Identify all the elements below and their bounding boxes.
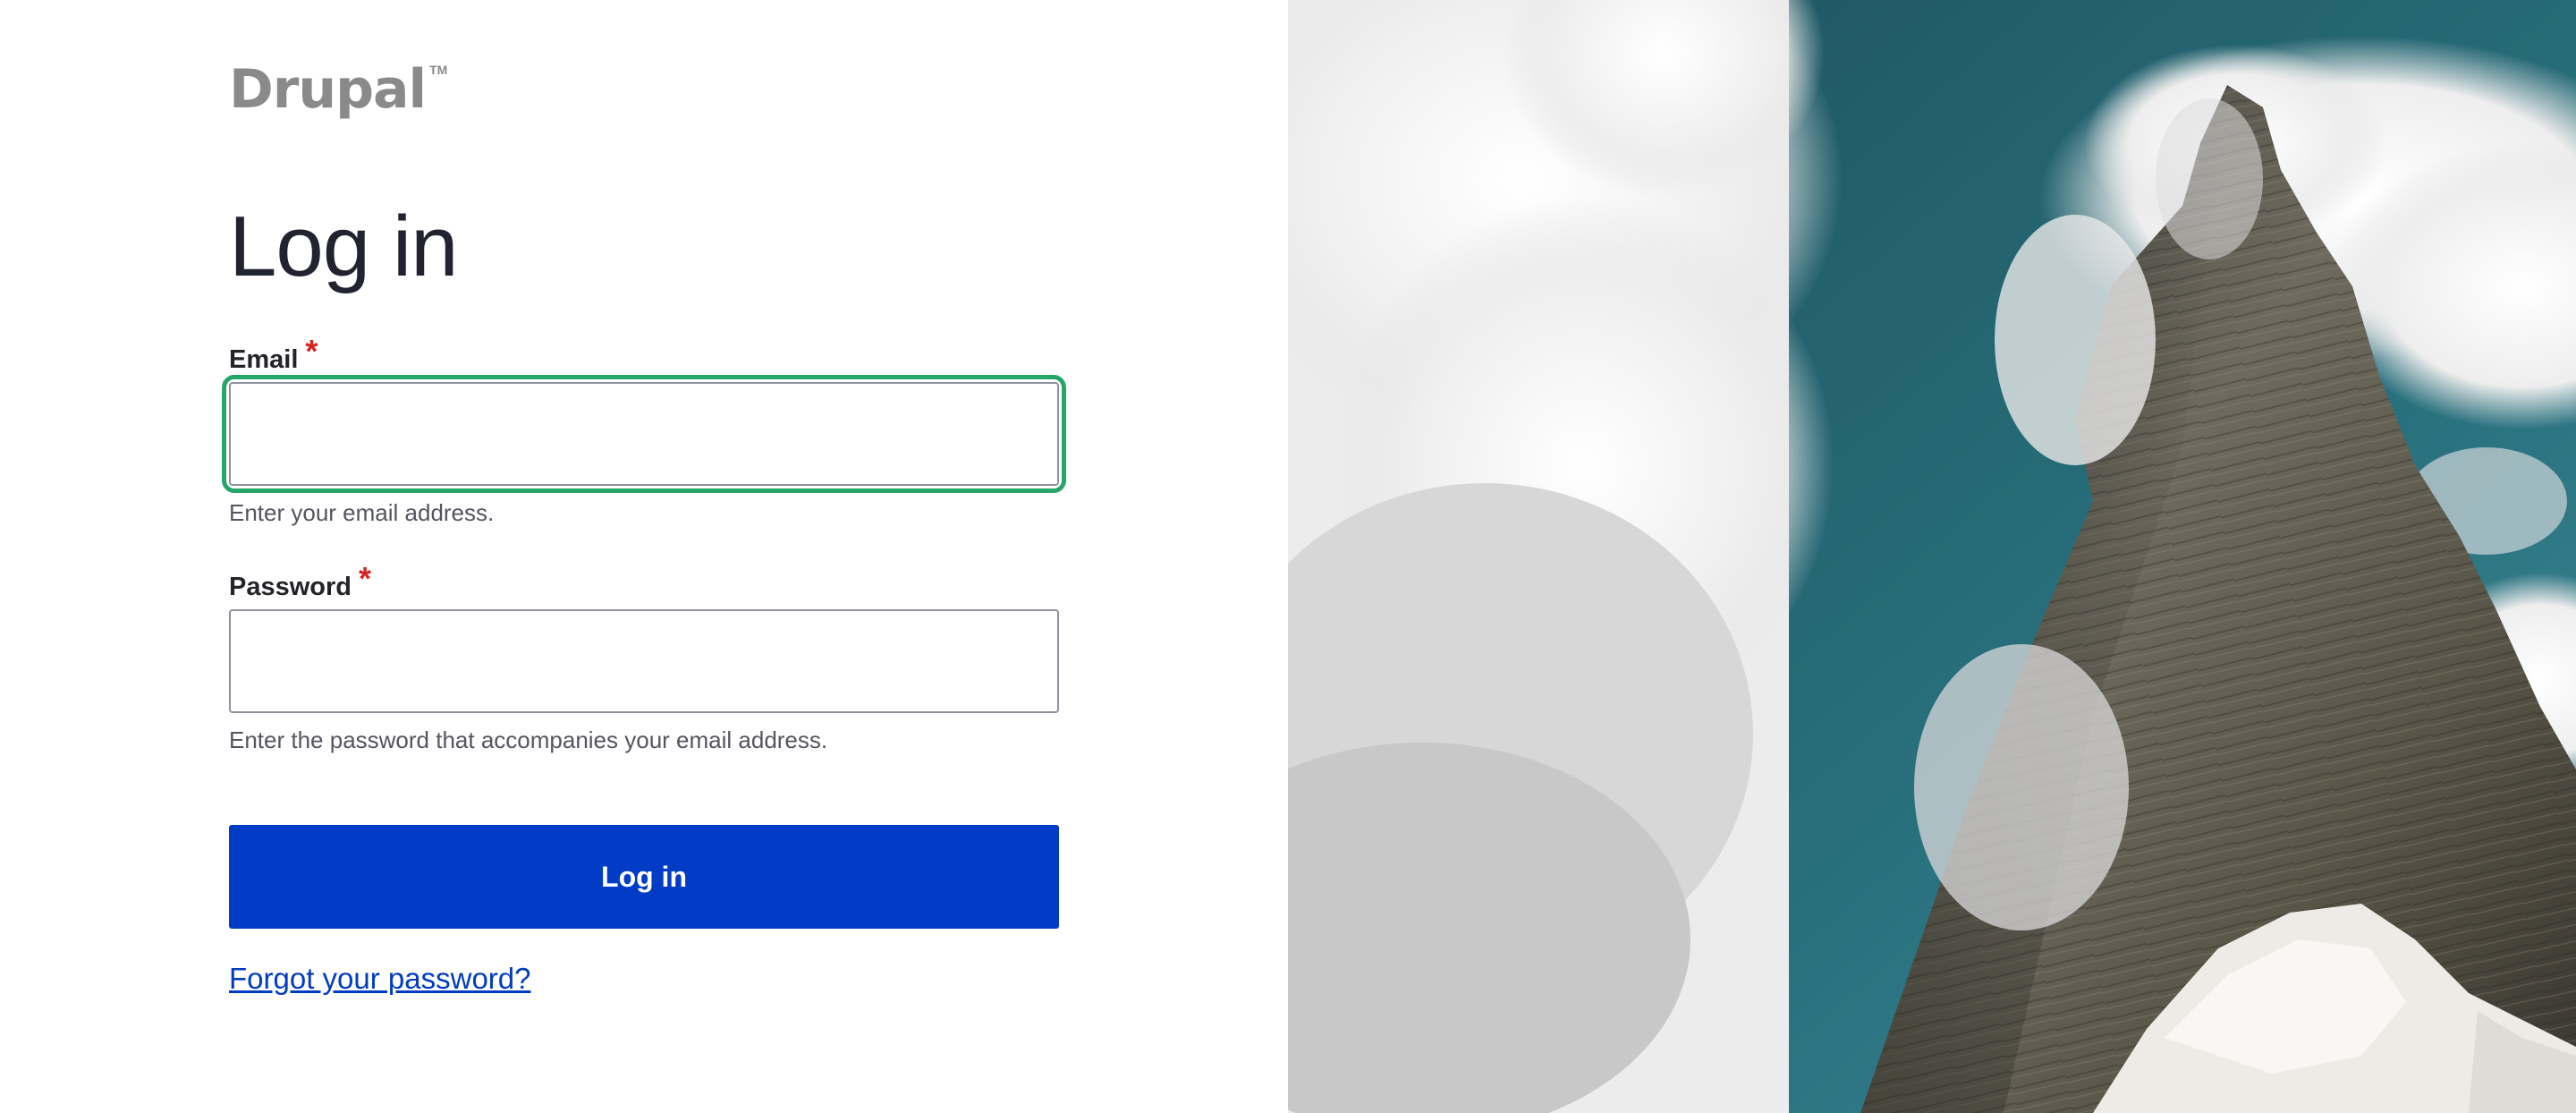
- trademark-symbol: TM: [429, 63, 448, 77]
- password-label-text: Password: [229, 573, 352, 601]
- password-description: Enter the password that accompanies your…: [229, 726, 828, 753]
- email-field[interactable]: [229, 382, 1059, 486]
- email-description: Enter your email address.: [229, 499, 495, 526]
- page-title: Log in: [229, 199, 459, 294]
- login-panel: Drupal TM Log in Email * Enter your email…: [0, 0, 1288, 1113]
- mountain-peak-with-clouds-image: [1288, 0, 2576, 1113]
- email-label-text: Email: [229, 345, 299, 374]
- email-label: Email *: [229, 333, 1059, 378]
- login-button[interactable]: Log in: [229, 825, 1059, 929]
- required-marker: *: [305, 333, 318, 370]
- email-form-item: Email * Enter your email address.: [222, 333, 1066, 529]
- password-label: Password *: [229, 560, 1059, 606]
- password-field[interactable]: [229, 609, 1059, 713]
- email-field-wrapper: [222, 375, 1066, 493]
- forgot-password-link[interactable]: Forgot your password?: [229, 959, 531, 998]
- logo-wordmark: Drupal: [229, 58, 427, 121]
- password-form-item: Password * Enter the password that accomp…: [229, 560, 1059, 756]
- password-field-wrapper: [229, 609, 1059, 713]
- required-marker: *: [359, 560, 372, 597]
- left-clouds: [1288, 0, 1843, 1113]
- drupal-logo[interactable]: Drupal TM: [229, 57, 447, 122]
- login-page: Drupal TM Log in Email * Enter your email…: [0, 0, 2576, 1113]
